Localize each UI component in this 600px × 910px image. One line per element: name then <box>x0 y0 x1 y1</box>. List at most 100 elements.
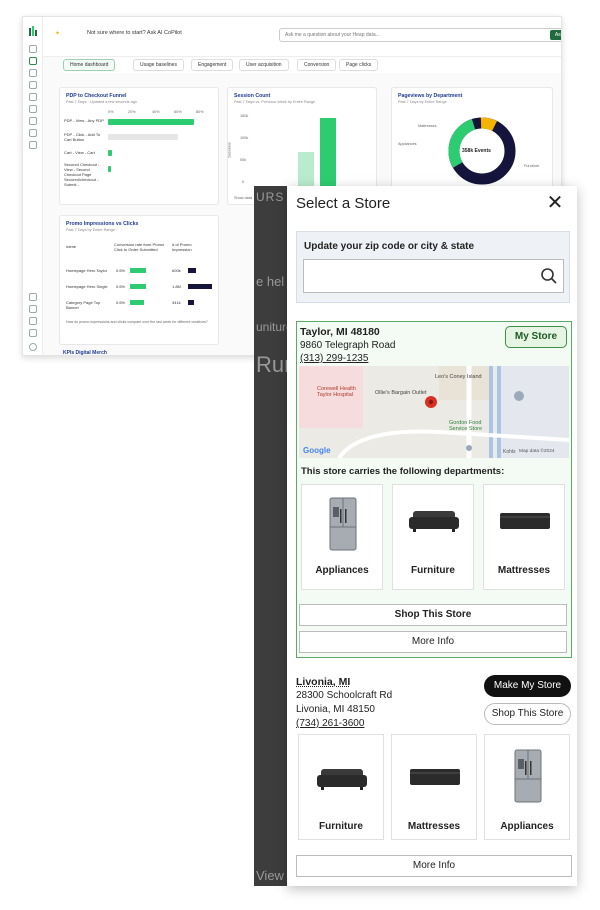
department-label: Furniture <box>319 821 363 832</box>
select-store-panel: Select a Store ✕ Update your zip code or… <box>287 186 577 886</box>
bg-text: URS <box>256 190 285 204</box>
funnel-icon[interactable] <box>29 117 37 125</box>
google-logo: Google <box>303 446 331 455</box>
ask-input[interactable]: Ask me a question about your Heap data..… <box>279 28 561 42</box>
departments-heading: This store carries the following departm… <box>301 466 505 477</box>
make-my-store-button[interactable]: Make My Store <box>484 675 571 697</box>
shop-this-store-button[interactable]: Shop This Store <box>484 703 571 725</box>
sofa-icon <box>409 511 459 532</box>
session-ytick: 100k <box>240 136 249 140</box>
department-label: Appliances <box>500 821 554 832</box>
chart-icon[interactable] <box>29 81 37 89</box>
store-street: 28300 Schoolcraft Rd <box>296 690 393 701</box>
users-icon[interactable] <box>29 93 37 101</box>
map-place: Gordon Food Service Store <box>449 420 483 432</box>
session-ytick: 50k <box>240 158 247 162</box>
zip-input[interactable] <box>303 259 564 293</box>
store-map[interactable]: Corewell Health Taylor Hospital Ollie's … <box>299 366 569 458</box>
promo-header-impressions: # of Promo Impression <box>172 242 192 252</box>
map-place: Ollie's Bargain Outlet <box>375 390 427 396</box>
kpi-section-title: KPIs Digital Merch <box>63 350 107 356</box>
dashboard-topbar: ✦ Not sure where to start? Ask AI CoPilo… <box>43 17 561 57</box>
shop-this-store-button[interactable]: Shop This Store <box>299 604 567 626</box>
session-bar-current <box>320 118 336 186</box>
tab-home-dashboard[interactable]: Home dashboard <box>63 59 116 71</box>
funnel-bar <box>108 119 194 125</box>
sparkle-icon: ✦ <box>55 31 61 37</box>
funnel-title: PDP to Checkout Funnel <box>66 93 127 99</box>
mattress-icon <box>410 769 460 785</box>
store-street: 9860 Telegraph Road <box>300 340 396 351</box>
bg-text: e hel <box>256 274 285 289</box>
pageviews-title: Pageviews by Department <box>398 93 463 99</box>
promo-rate-bar <box>130 300 144 305</box>
department-tile-appliances[interactable]: Appliances <box>484 734 570 840</box>
department-tile-mattresses[interactable]: Mattresses <box>391 734 477 840</box>
department-tile-mattresses[interactable]: Mattresses <box>483 484 565 590</box>
promo-rate-bar <box>130 268 146 273</box>
search-icon[interactable] <box>29 45 37 53</box>
promo-row-rate: 0.6% <box>116 284 126 289</box>
bell-icon[interactable] <box>29 305 37 313</box>
avatar[interactable] <box>29 343 37 351</box>
dashboard-icon[interactable] <box>29 69 37 77</box>
gear-icon[interactable] <box>29 329 37 337</box>
tab-user-acquisition[interactable]: User acquisition <box>239 59 289 71</box>
promo-row-name: Category Page Top Banner <box>66 300 101 310</box>
funnel-subtitle: Past 7 Days · Updated a few seconds ago <box>66 100 137 104</box>
search-icon[interactable] <box>540 267 558 285</box>
promo-row-impressions: 341k <box>172 300 181 305</box>
close-icon[interactable]: ✕ <box>545 193 565 214</box>
funnel-step-label: Cart - View - Cart <box>64 150 95 155</box>
funnel-step-label: Secured Checkout - View - Second Checkou… <box>64 162 100 188</box>
session-footer[interactable]: Show data <box>234 196 252 200</box>
map-place: Leo's Coney Island <box>435 374 482 380</box>
department-label: Mattresses <box>497 565 551 576</box>
funnel-bar <box>108 150 112 156</box>
ask-placeholder: Ask me a question about your Heap data..… <box>285 32 380 38</box>
my-store-badge[interactable]: My Store <box>505 326 567 348</box>
store-phone[interactable]: (734) 261-3600 <box>296 718 364 729</box>
session-title: Session Count <box>234 93 271 99</box>
ai-copilot-prompt[interactable]: Not sure where to start? Ask AI CoPilot <box>87 30 182 36</box>
refrigerator-icon <box>514 749 542 803</box>
more-info-button[interactable]: More Info <box>296 855 572 877</box>
session-subtitle: Past 7 Days vs. Previous Week by Entire … <box>234 100 316 104</box>
pageviews-subtitle: Past 7 Days by Entire Range <box>398 100 447 104</box>
department-tile-furniture[interactable]: Furniture <box>392 484 474 590</box>
promo-title: Promo Impressions vs Clicks <box>66 221 139 227</box>
settings-icon[interactable] <box>29 141 37 149</box>
bg-text: View <box>256 868 284 883</box>
funnel-step-label: PDP - View - Any PDP <box>64 118 104 123</box>
tab-engagement[interactable]: Engagement <box>191 59 234 71</box>
store-phone[interactable]: (313) 299-1235 <box>300 353 368 364</box>
session-bar-previous <box>298 152 314 186</box>
list-icon[interactable] <box>29 129 37 137</box>
department-tile-appliances[interactable]: Appliances <box>301 484 383 590</box>
funnel-tick: 0% <box>108 110 114 114</box>
funnel-bar <box>108 166 111 172</box>
store-name[interactable]: Livonia, MI <box>296 676 350 688</box>
home-icon[interactable] <box>29 57 37 65</box>
panel-title: Select a Store <box>296 195 391 212</box>
donut-center-label: 358k Events <box>462 148 491 154</box>
promo-row-rate: 0.6% <box>116 268 126 273</box>
funnel-step-label: PDP - Click - Add To Cart Button <box>64 132 101 142</box>
session-ytick: 150k <box>240 114 249 118</box>
sofa-icon <box>317 769 367 790</box>
donut-label: Appliances <box>398 142 417 146</box>
chat-icon[interactable] <box>29 317 37 325</box>
promo-row-rate: 0.6% <box>116 300 126 305</box>
map-place: Corewell Health Taylor Hospital <box>317 386 356 398</box>
promo-impression-bar <box>188 284 212 289</box>
tab-conversion[interactable]: Conversion <box>297 59 337 71</box>
help-icon[interactable] <box>29 293 37 301</box>
department-tile-furniture[interactable]: Furniture <box>298 734 384 840</box>
trend-icon[interactable] <box>29 105 37 113</box>
tab-page-clicks[interactable]: Page clicks <box>339 59 379 71</box>
promo-rate-bar <box>130 284 146 289</box>
more-info-button[interactable]: More Info <box>299 631 567 653</box>
tab-usage-baselines[interactable]: Usage baselines <box>133 59 184 71</box>
refrigerator-icon <box>329 497 357 551</box>
ask-button[interactable]: Ask <box>550 30 561 40</box>
